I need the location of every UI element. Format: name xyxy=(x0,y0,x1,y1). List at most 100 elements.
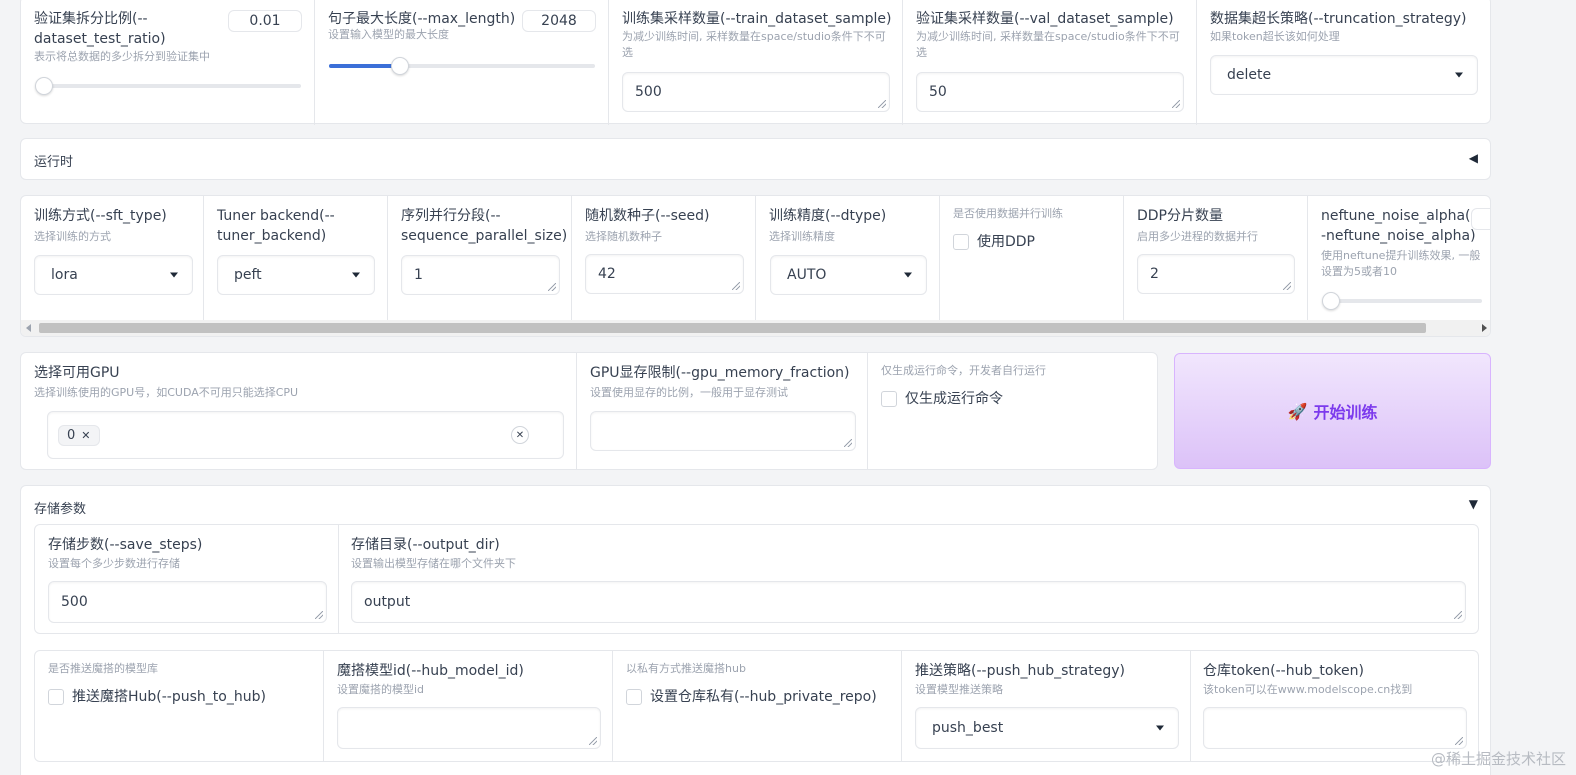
resize-grip-icon[interactable] xyxy=(548,283,556,291)
hub-token-info: 该token可以在www.modelscope.cn找到 xyxy=(1203,683,1413,696)
chevron-down-icon xyxy=(1156,725,1164,731)
push-strategy-block: 推送策略(--push_hub_strategy) 设置模型推送策略 push_… xyxy=(902,651,1191,761)
dry-run-checkbox[interactable] xyxy=(881,391,897,407)
resize-grip-icon[interactable] xyxy=(844,439,852,447)
test-ratio-input[interactable]: 0.01 xyxy=(228,10,302,32)
gpu-mem-input[interactable] xyxy=(590,411,856,451)
neftune-slider-thumb[interactable] xyxy=(1322,292,1340,310)
seed-label: 随机数种子(--seed) xyxy=(585,208,710,224)
collapse-down-icon[interactable]: ▼ xyxy=(1469,497,1478,511)
token-remove-icon[interactable]: ✕ xyxy=(81,429,90,442)
scrollbar-thumb[interactable] xyxy=(39,323,1426,333)
clear-all-icon[interactable]: ✕ xyxy=(511,426,529,444)
hub-token-label: 仓库token(--hub_token) xyxy=(1203,663,1364,679)
ddp-num-value: 2 xyxy=(1150,266,1159,282)
hub-private-checkbox[interactable] xyxy=(626,689,642,705)
output-dir-label: 存储目录(--output_dir) xyxy=(351,537,500,553)
horizontal-scrollbar[interactable] xyxy=(21,320,1490,336)
push-hub-checkbox-label[interactable]: 推送魔搭Hub(--push_to_hub) xyxy=(72,687,266,707)
max-length-label: 句子最大长度(--max_length) xyxy=(328,11,516,27)
push-strategy-select[interactable]: push_best xyxy=(915,707,1179,749)
runtime-accordion-title: 运行时 xyxy=(34,155,74,170)
runtime-accordion[interactable]: 运行时 ◀ xyxy=(20,138,1491,180)
save-steps-input[interactable]: 500 xyxy=(48,581,327,623)
hub-private-info: 以私有方式推送魔搭hub xyxy=(626,662,746,675)
dry-run-checkbox-label[interactable]: 仅生成运行命令 xyxy=(905,389,1003,409)
sft-type-select[interactable]: lora xyxy=(34,255,193,295)
push-strategy-info: 设置模型推送策略 xyxy=(915,683,1003,696)
output-dir-block: 存储目录(--output_dir) 设置输出模型存储在哪个文件夹下 outpu… xyxy=(339,525,1478,633)
chevron-down-icon xyxy=(1455,72,1463,78)
resize-grip-icon[interactable] xyxy=(315,611,323,619)
ddp-checkbox[interactable] xyxy=(953,234,969,250)
hub-private-block: 以私有方式推送魔搭hub 设置仓库私有(--hub_private_repo) xyxy=(613,651,902,761)
train-sample-input[interactable]: 500 xyxy=(622,72,890,112)
start-training-label: 开始训练 xyxy=(1313,403,1378,422)
max-length-block: 句子最大长度(--max_length) 2048 设置输入模型的最大长度 xyxy=(315,0,609,125)
scroll-right-icon[interactable] xyxy=(1482,324,1487,332)
ddp-block: 是否使用数据并行训练 使用DDP xyxy=(940,196,1124,320)
push-hub-info: 是否推送魔搭的模型库 xyxy=(48,662,158,675)
seq-parallel-block: 序列并行分段(--sequence_parallel_size) 1 xyxy=(388,196,572,320)
resize-grip-icon[interactable] xyxy=(1172,100,1180,108)
sft-type-info: 选择训练的方式 xyxy=(34,230,111,243)
hub-model-id-input[interactable] xyxy=(337,707,601,749)
truncation-label: 数据集超长策略(--truncation_strategy) xyxy=(1210,11,1467,27)
seed-input[interactable]: 42 xyxy=(585,254,744,294)
seq-parallel-input[interactable]: 1 xyxy=(401,255,560,295)
max-length-slider-thumb[interactable] xyxy=(391,57,409,75)
test-ratio-block: 验证集拆分比例(--dataset_test_ratio) 0.01 表示将总数… xyxy=(21,0,315,125)
gpu-panel: 选择可用GPU 选择训练使用的GPU号，如CUDA不可用只能选择CPU 0 ✕ … xyxy=(20,352,1158,470)
training-params-panel: 训练方式(--sft_type) 选择训练的方式 lora Tuner back… xyxy=(20,195,1491,337)
save-steps-info: 设置每个多少步数进行存储 xyxy=(48,557,180,570)
dtype-select[interactable]: AUTO xyxy=(770,255,927,295)
ddp-info: 是否使用数据并行训练 xyxy=(953,207,1063,220)
scroll-left-icon[interactable] xyxy=(26,324,31,332)
test-ratio-slider-track[interactable] xyxy=(35,84,301,88)
max-length-slider-fill xyxy=(329,64,399,68)
train-sample-info: 为减少训练时间, 采样数量在space/studio条件下不可选 xyxy=(622,30,886,59)
neftune-slider-track[interactable] xyxy=(1322,299,1482,303)
val-sample-info: 为减少训练时间, 采样数量在space/studio条件下不可选 xyxy=(916,30,1180,59)
neftune-info: 使用neftune提升训练效果, 一般设置为5或者10 xyxy=(1321,249,1481,278)
sft-type-label: 训练方式(--sft_type) xyxy=(34,208,167,224)
ddp-num-input[interactable]: 2 xyxy=(1137,254,1295,294)
val-sample-label: 验证集采样数量(--val_dataset_sample) xyxy=(916,11,1174,27)
resize-grip-icon[interactable] xyxy=(878,100,886,108)
hub-model-id-block: 魔搭模型id(--hub_model_id) 设置魔搭的模型id xyxy=(324,651,613,761)
start-training-button[interactable]: 🚀 开始训练 xyxy=(1174,353,1491,469)
dataset-params-panel: 验证集拆分比例(--dataset_test_ratio) 0.01 表示将总数… xyxy=(20,0,1491,125)
tuner-backend-label: Tuner backend(--tuner_backend) xyxy=(217,208,335,244)
test-ratio-slider-thumb[interactable] xyxy=(35,77,53,95)
rocket-icon: 🚀 xyxy=(1287,401,1308,421)
gpu-multiselect[interactable]: 0 ✕ ✕ xyxy=(47,411,564,459)
gpu-mem-label: GPU显存限制(--gpu_memory_fraction) xyxy=(590,365,850,381)
ddp-checkbox-label[interactable]: 使用DDP xyxy=(977,232,1035,252)
val-sample-input[interactable]: 50 xyxy=(916,72,1184,112)
resize-grip-icon[interactable] xyxy=(732,282,740,290)
save-steps-block: 存储步数(--save_steps) 设置每个多少步数进行存储 500 xyxy=(35,525,339,633)
chevron-down-icon xyxy=(904,272,912,278)
sft-type-value: lora xyxy=(51,267,78,283)
watermark: @稀土掘金技术社区 xyxy=(1430,750,1566,768)
dtype-value: AUTO xyxy=(787,267,827,283)
save-params-title[interactable]: 存储参数 xyxy=(34,498,86,517)
hub-model-id-info: 设置魔搭的模型id xyxy=(337,683,425,696)
hub-token-input[interactable] xyxy=(1203,707,1467,749)
collapse-left-icon[interactable]: ◀ xyxy=(1469,151,1478,165)
push-hub-block: 是否推送魔搭的模型库 推送魔搭Hub(--push_to_hub) xyxy=(35,651,324,761)
tuner-backend-select[interactable]: peft xyxy=(217,255,375,295)
hub-private-checkbox-label[interactable]: 设置仓库私有(--hub_private_repo) xyxy=(650,687,877,707)
dry-run-info: 仅生成运行命令，开发者自行运行 xyxy=(881,364,1046,377)
resize-grip-icon[interactable] xyxy=(1455,737,1463,745)
resize-grip-icon[interactable] xyxy=(1454,611,1462,619)
push-hub-checkbox[interactable] xyxy=(48,689,64,705)
neftune-input[interactable] xyxy=(1471,208,1490,230)
max-length-input[interactable]: 2048 xyxy=(522,10,596,32)
gpu-token[interactable]: 0 ✕ xyxy=(58,424,100,446)
resize-grip-icon[interactable] xyxy=(1283,282,1291,290)
val-sample-block: 验证集采样数量(--val_dataset_sample) 为减少训练时间, 采… xyxy=(903,0,1197,125)
resize-grip-icon[interactable] xyxy=(589,737,597,745)
truncation-select[interactable]: delete xyxy=(1210,55,1478,95)
output-dir-input[interactable]: output xyxy=(351,581,1466,623)
